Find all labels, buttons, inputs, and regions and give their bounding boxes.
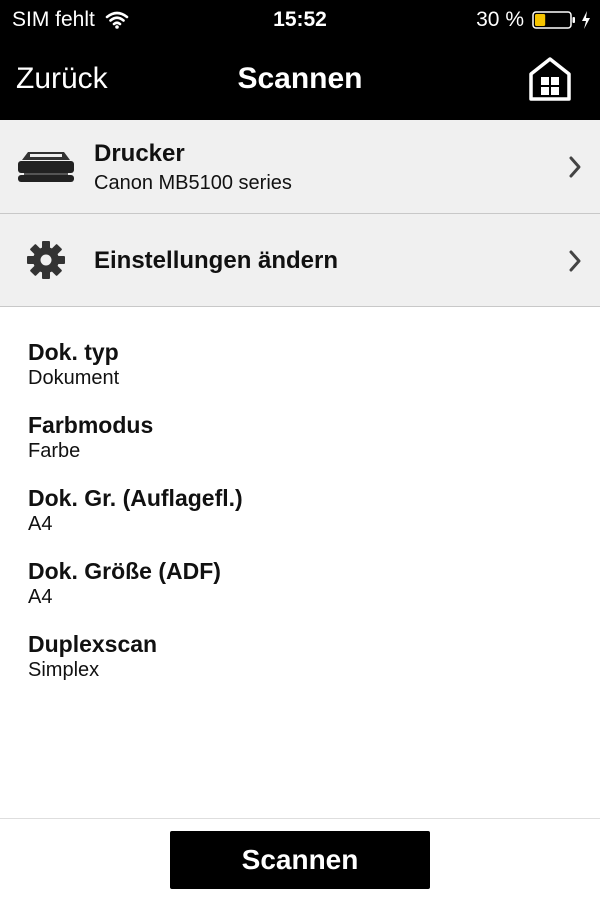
chevron-right-icon: [569, 156, 581, 178]
setting-value: A4: [28, 586, 53, 608]
back-button[interactable]: Zurück: [16, 60, 108, 98]
battery-percent: 30 %: [476, 8, 524, 31]
charging-bolt-icon: [582, 11, 590, 29]
change-settings-row[interactable]: Einstellungen ändern: [0, 214, 600, 307]
battery-icon: [532, 11, 575, 29]
printer-row[interactable]: Drucker Canon MB5100 series: [0, 120, 600, 214]
setting-label: Duplexscan: [28, 631, 158, 657]
setting-doc-size-platen: Dok. Gr. (Auflagefl.) A4: [28, 484, 568, 557]
setting-value: Farbe: [28, 440, 81, 462]
setting-color-mode: Farbmodus Farbe: [28, 411, 568, 484]
scan-screen: SIM fehlt 15:52 30 % Zurück Scannen Druc…: [0, 0, 600, 900]
scan-button[interactable]: Scannen: [170, 831, 430, 889]
setting-label: Farbmodus: [28, 412, 154, 438]
wifi-icon: [105, 11, 129, 29]
status-left: SIM fehlt: [12, 8, 129, 32]
setting-label: Dok. Gr. (Auflagefl.): [28, 485, 243, 511]
setting-value: A4: [28, 513, 53, 535]
status-bar: SIM fehlt 15:52 30 %: [0, 0, 600, 40]
printer-title: Drucker: [94, 140, 185, 167]
setting-value: Simplex: [28, 659, 100, 681]
settings-summary-list: Dok. typ Dokument Farbmodus Farbe Dok. G…: [28, 338, 568, 703]
setting-duplex-scan: Duplexscan Simplex: [28, 630, 568, 703]
bottom-bar: Scannen: [0, 818, 600, 900]
carrier-label: SIM fehlt: [12, 8, 95, 31]
printer-name: Canon MB5100 series: [94, 172, 292, 194]
home-icon[interactable]: [528, 56, 572, 102]
change-settings-label: Einstellungen ändern: [94, 247, 339, 274]
setting-doc-size-adf: Dok. Größe (ADF) A4: [28, 557, 568, 630]
gear-icon: [27, 241, 65, 279]
setting-value: Dokument: [28, 367, 120, 389]
setting-label: Dok. typ: [28, 339, 119, 365]
nav-bar: Zurück Scannen: [0, 40, 600, 120]
status-right: 30 %: [476, 8, 592, 32]
printer-icon: [18, 152, 74, 182]
setting-doc-type: Dok. typ Dokument: [28, 338, 568, 411]
setting-label: Dok. Größe (ADF): [28, 558, 221, 584]
chevron-right-icon: [569, 250, 581, 272]
